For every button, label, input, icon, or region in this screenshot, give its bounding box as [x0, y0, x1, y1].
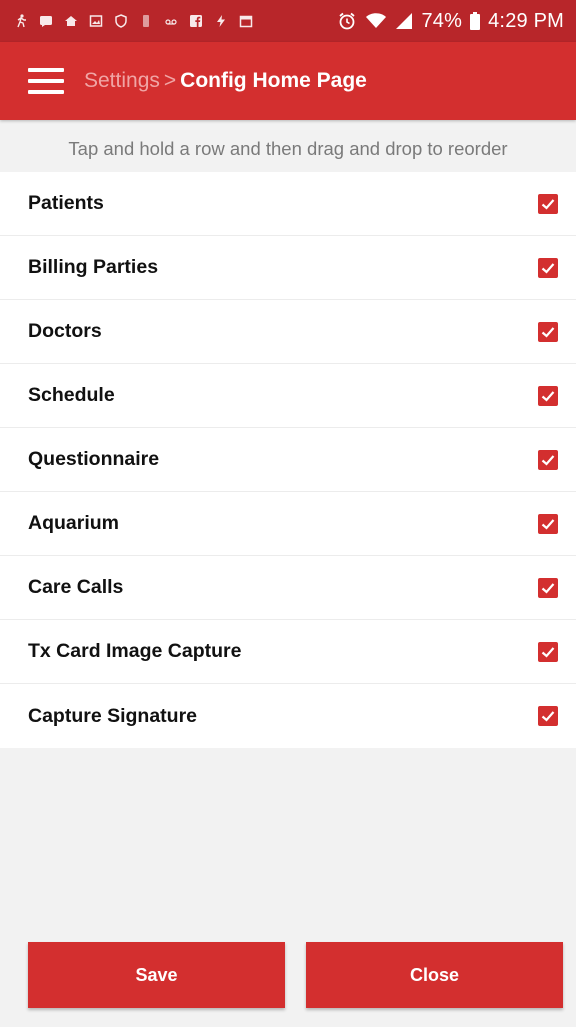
- list-item-billing-parties[interactable]: Billing Parties: [0, 236, 576, 300]
- list-item-patients[interactable]: Patients: [0, 172, 576, 236]
- list-item-schedule[interactable]: Schedule: [0, 364, 576, 428]
- checkmark-icon: [541, 582, 555, 594]
- signal-icon: [396, 13, 413, 29]
- checkbox[interactable]: [538, 449, 558, 470]
- checkmark-icon: [541, 646, 555, 658]
- save-button[interactable]: Save: [28, 942, 285, 1008]
- breadcrumb-separator: >: [163, 69, 177, 92]
- checkmark-icon: [541, 262, 555, 274]
- checkmark-icon: [541, 518, 555, 530]
- list-item-label: Tx Card Image Capture: [28, 640, 242, 662]
- list-item-label: Aquarium: [28, 512, 120, 534]
- image-icon: [89, 15, 103, 27]
- battery-icon: [470, 12, 481, 30]
- close-button[interactable]: Close: [306, 942, 563, 1008]
- breadcrumb-parent[interactable]: Settings: [84, 69, 160, 93]
- message-icon: [40, 16, 52, 27]
- status-bar: 74% 4:29 PM: [0, 0, 576, 42]
- list-item-label: Doctors: [28, 320, 102, 342]
- list-item-label: Care Calls: [28, 576, 124, 598]
- wifi-icon: [366, 13, 387, 28]
- checkmark-icon: [541, 454, 555, 466]
- checkmark-icon: [541, 198, 555, 210]
- page-title: Config Home Page: [180, 69, 367, 92]
- clock: 4:29 PM: [488, 9, 564, 32]
- checkmark-icon: [541, 390, 555, 402]
- checkmark-icon: [541, 711, 555, 722]
- list-item-capture-signature[interactable]: Capture Signature: [0, 684, 576, 748]
- list-item-tx-card-image-capture[interactable]: Tx Card Image Capture: [0, 620, 576, 684]
- list-item-questionnaire[interactable]: Questionnaire: [0, 428, 576, 492]
- checkbox[interactable]: [538, 513, 558, 534]
- alarm-icon: [339, 12, 356, 30]
- checkbox[interactable]: [538, 257, 558, 278]
- list-item-label: Billing Parties: [28, 256, 159, 278]
- phone-icon: [143, 15, 149, 27]
- list-item-label: Schedule: [28, 384, 115, 406]
- breadcrumb: Settings > Config Home Page: [84, 69, 367, 93]
- checkbox[interactable]: [538, 321, 558, 342]
- app-bar: Settings > Config Home Page: [0, 42, 576, 120]
- checkbox[interactable]: [538, 193, 558, 214]
- reorder-hint: Tap and hold a row and then drag and dro…: [68, 138, 508, 159]
- system-icons: 74% 4:29 PM: [337, 10, 564, 33]
- list-item-care-calls[interactable]: Care Calls: [0, 556, 576, 620]
- calendar-icon: [239, 15, 253, 28]
- home-page-config-list: Patients Billing Parties Doctors Schedul…: [0, 172, 576, 748]
- checkbox[interactable]: [538, 577, 558, 598]
- list-item-label: Capture Signature: [28, 704, 198, 727]
- checkbox[interactable]: [538, 706, 558, 726]
- list-item-aquarium[interactable]: Aquarium: [0, 492, 576, 556]
- checkmark-icon: [541, 326, 555, 338]
- shield-icon: [115, 14, 127, 28]
- running-icon: [17, 14, 26, 28]
- bolt-icon: [217, 15, 225, 27]
- list-item-label: Patients: [28, 192, 104, 214]
- list-item-label: Questionnaire: [28, 448, 160, 470]
- battery-percentage: 74%: [421, 9, 463, 32]
- checkbox[interactable]: [538, 641, 558, 662]
- voicemail-icon: [165, 19, 177, 25]
- hamburger-menu-icon[interactable]: [28, 68, 64, 94]
- notification-icons: [14, 14, 253, 28]
- checkbox[interactable]: [538, 385, 558, 406]
- facebook-icon: [190, 15, 202, 27]
- list-item-doctors[interactable]: Doctors: [0, 300, 576, 364]
- home-icon: [65, 16, 77, 26]
